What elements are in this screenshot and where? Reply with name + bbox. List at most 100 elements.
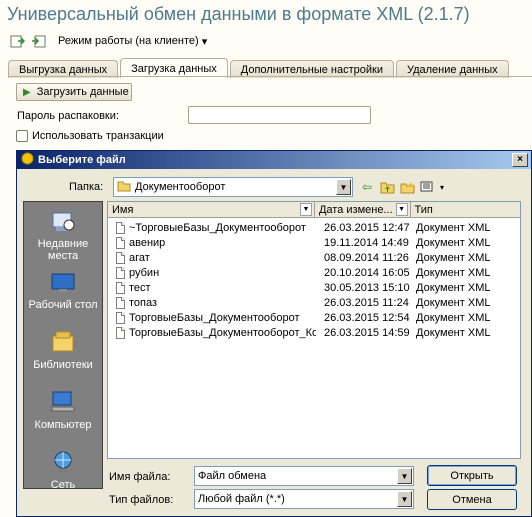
file-name: ТорговыеБазы_Документооборот xyxy=(129,311,300,324)
file-date: 20.10.2014 16:05 xyxy=(324,266,410,279)
file-type: Документ XML xyxy=(416,266,491,279)
file-date: 08.09.2014 11:26 xyxy=(324,251,409,264)
file-name: тест xyxy=(129,281,151,294)
tab-bar: Выгрузка данных Загрузка данных Дополнит… xyxy=(8,58,509,78)
play-icon: ▶ xyxy=(23,86,31,98)
place-computer[interactable]: Компьютер xyxy=(24,382,102,442)
view-menu-icon[interactable] xyxy=(419,179,435,195)
file-dialog: Выберите файл × Папка: Документооборот ▼… xyxy=(16,150,532,517)
file-row[interactable]: топаз 26.03.2015 11:24 Документ XML xyxy=(108,295,520,310)
look-in-label: Папка: xyxy=(69,181,104,193)
place-desktop[interactable]: Рабочий стол xyxy=(24,262,102,322)
file-date: 26.03.2015 12:54 xyxy=(324,311,410,324)
file-name-value: Файл обмена xyxy=(198,470,267,482)
dialog-titlebar: Выберите файл xyxy=(17,151,531,169)
file-row[interactable]: ТорговыеБазы_Документооборот_Копия 26.03… xyxy=(108,325,520,340)
chevron-down-icon[interactable]: ▼ xyxy=(395,203,408,216)
back-icon[interactable]: ⇦ xyxy=(359,179,375,195)
new-folder-icon[interactable] xyxy=(399,179,415,195)
file-list: Имя ▼ Дата измене... ▼ Тип ~ТорговыеБазы… xyxy=(107,201,521,459)
file-name: рубин xyxy=(129,266,160,279)
file-name: агат xyxy=(129,251,150,264)
file-type: Документ XML xyxy=(416,326,491,339)
file-type: Документ XML xyxy=(416,311,491,324)
desktop-icon xyxy=(49,268,77,296)
file-list-header: Имя ▼ Дата измене... ▼ Тип xyxy=(108,202,520,218)
file-date: 26.03.2015 14:59 xyxy=(324,326,410,339)
file-row[interactable]: ~ТорговыеБазы_Документооборот 26.03.2015… xyxy=(108,220,520,235)
tab-divider xyxy=(8,76,532,77)
file-row[interactable]: агат 08.09.2014 11:26 Документ XML xyxy=(108,250,520,265)
place-network[interactable]: Сеть xyxy=(24,442,102,502)
column-date-label: Дата измене... xyxy=(318,203,393,216)
file-type-value: Любой файл (*.*) xyxy=(198,493,285,505)
chevron-down-icon[interactable]: ▼ xyxy=(397,491,412,507)
chevron-down-icon[interactable]: ▼ xyxy=(299,203,312,216)
mode-menu-label: Режим работы (на клиенте) xyxy=(58,35,199,47)
document-icon xyxy=(116,251,125,264)
file-name: авенир xyxy=(129,236,166,249)
import-icon[interactable] xyxy=(30,32,48,50)
file-name: топаз xyxy=(129,296,158,309)
document-icon xyxy=(116,326,125,339)
place-libraries[interactable]: Библиотеки xyxy=(24,322,102,382)
close-icon[interactable]: × xyxy=(512,153,528,167)
file-row[interactable]: тест 30.05.2013 15:10 Документ XML xyxy=(108,280,520,295)
document-icon xyxy=(116,296,125,309)
load-data-button[interactable]: ▶ Загрузить данные xyxy=(16,83,132,101)
file-name: ~ТорговыеБазы_Документооборот xyxy=(129,221,306,234)
file-type: Документ XML xyxy=(416,281,491,294)
place-computer-label: Компьютер xyxy=(34,419,92,431)
chevron-down-icon[interactable]: ▼ xyxy=(336,179,351,195)
chevron-down-icon[interactable]: ▾ xyxy=(439,179,445,195)
document-icon xyxy=(116,311,125,324)
file-row[interactable]: ТорговыеБазы_Документооборот 26.03.2015 … xyxy=(108,310,520,325)
look-in-select[interactable]: Документооборот ▼ xyxy=(113,177,353,197)
export-icon[interactable] xyxy=(8,32,26,50)
column-type[interactable]: Тип xyxy=(411,202,520,217)
file-date: 19.11.2014 14:49 xyxy=(324,236,409,249)
chevron-down-icon: ▾ xyxy=(201,35,208,48)
tab-import[interactable]: Загрузка данных xyxy=(120,58,228,78)
file-name-label: Имя файла: xyxy=(109,471,171,483)
column-date[interactable]: Дата измене... ▼ xyxy=(315,202,411,217)
file-date: 26.03.2015 12:47 xyxy=(324,221,410,234)
open-button[interactable]: Открыть xyxy=(427,465,517,486)
chevron-down-icon[interactable]: ▼ xyxy=(397,468,412,484)
libraries-icon xyxy=(49,328,77,356)
look-in-value: Документооборот xyxy=(135,181,226,193)
file-row[interactable]: авенир 19.11.2014 14:49 Документ XML xyxy=(108,235,520,250)
mode-menu[interactable]: Режим работы (на клиенте) ▾ xyxy=(58,35,207,48)
file-date: 30.05.2013 15:10 xyxy=(324,281,410,294)
file-type: Документ XML xyxy=(416,296,491,309)
place-recent[interactable]: Недавние места xyxy=(24,202,102,262)
file-type-select[interactable]: Любой файл (*.*) ▼ xyxy=(194,489,414,509)
dialog-nav-toolbar: ⇦ ▾ xyxy=(359,179,445,195)
recent-places-icon xyxy=(49,208,77,235)
places-bar: Недавние места Рабочий стол Библиотеки К… xyxy=(23,201,103,491)
place-network-label: Сеть xyxy=(50,479,76,491)
file-type: Документ XML xyxy=(416,251,491,264)
transactions-option[interactable]: Использовать транзакции xyxy=(16,130,164,142)
transactions-checkbox[interactable] xyxy=(16,130,28,142)
file-name-input[interactable]: Файл обмена ▼ xyxy=(194,466,414,486)
folder-icon xyxy=(117,180,131,195)
file-row[interactable]: рубин 20.10.2014 16:05 Документ XML xyxy=(108,265,520,280)
password-label: Пароль распаковки: xyxy=(17,110,119,122)
computer-icon xyxy=(49,388,77,416)
toolbar: Режим работы (на клиенте) ▾ xyxy=(8,32,207,50)
document-icon xyxy=(116,281,125,294)
file-date: 26.03.2015 11:24 xyxy=(324,296,409,309)
place-desktop-label: Рабочий стол xyxy=(28,299,98,311)
document-icon xyxy=(116,236,125,249)
cancel-button[interactable]: Отмена xyxy=(427,489,517,510)
place-libraries-label: Библиотеки xyxy=(33,359,93,371)
app-icon xyxy=(21,152,34,168)
password-input[interactable] xyxy=(188,106,371,124)
column-name[interactable]: Имя ▼ xyxy=(108,202,315,217)
load-data-button-label: Загрузить данные xyxy=(36,86,129,98)
place-recent-label: Недавние места xyxy=(37,238,89,262)
up-folder-icon[interactable] xyxy=(379,179,395,195)
network-icon xyxy=(49,448,77,476)
document-icon xyxy=(116,266,125,279)
